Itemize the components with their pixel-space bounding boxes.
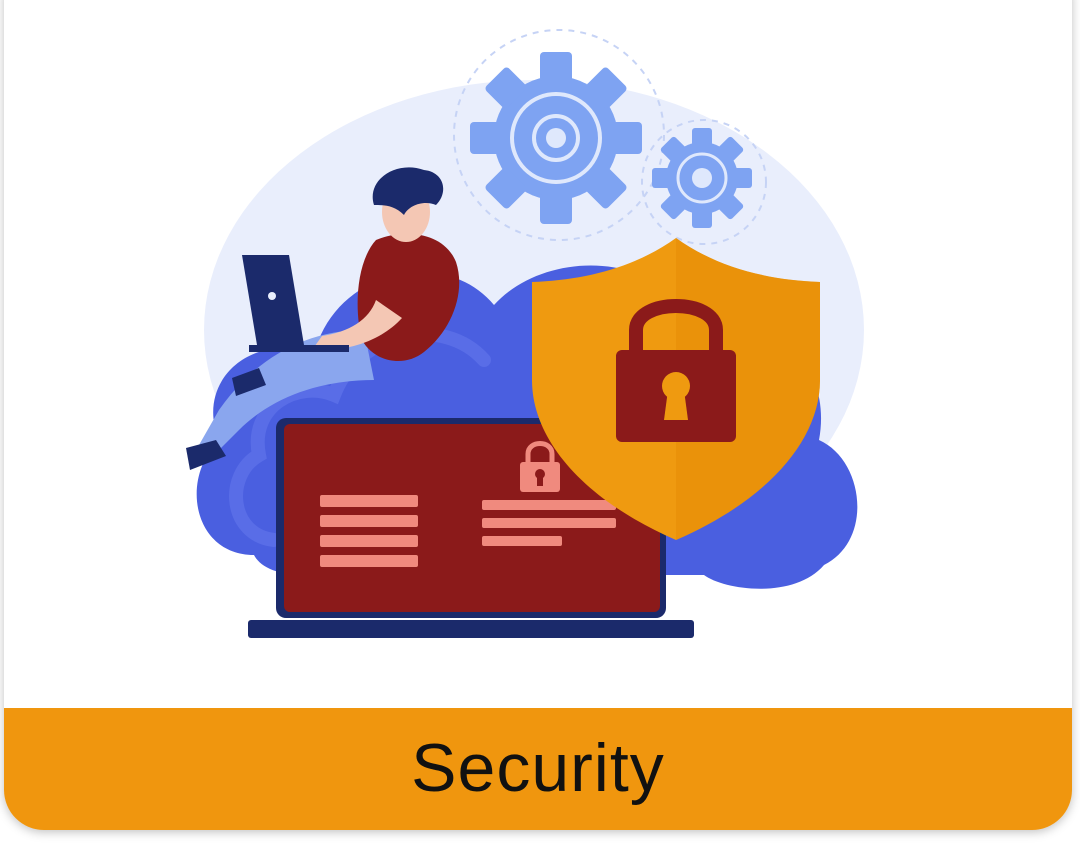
card-label: Security xyxy=(411,730,665,806)
security-card[interactable]: Security xyxy=(0,0,1080,850)
card-frame: Security xyxy=(4,0,1072,830)
security-illustration xyxy=(186,29,864,638)
label-bar: Security xyxy=(4,708,1072,830)
